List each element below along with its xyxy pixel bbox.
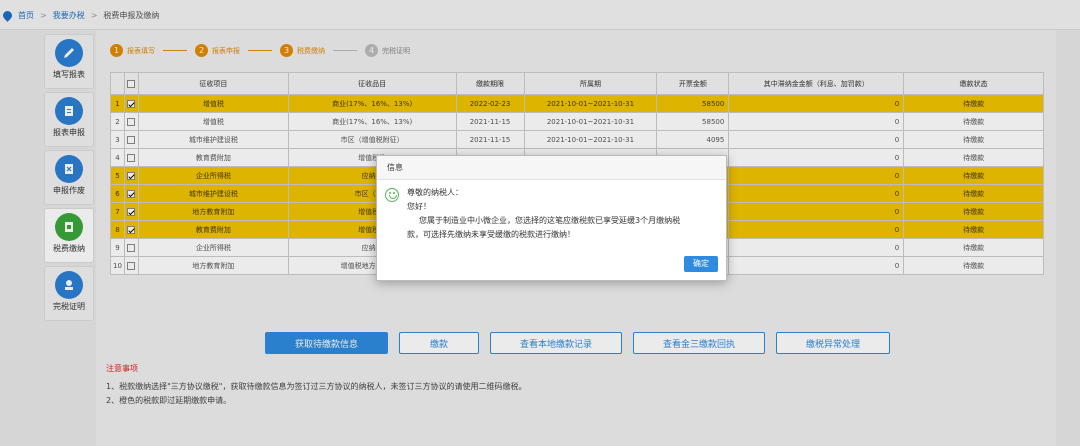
dialog-body: 尊敬的纳税人： 您好！ 您属于制造业中小微企业，您选择的这笔应缴税款已享受延缓3… (385, 186, 716, 242)
smiley-icon (385, 188, 399, 202)
dialog-greeting: 尊敬的纳税人： (407, 188, 463, 197)
dialog-message-line2: 款，可选择先缴纳未享受缓缴的税款进行缴纳！ (407, 230, 575, 239)
dialog-message-line1: 您属于制造业中小微企业，您选择的这笔应缴税款已享受延缓3个月缴纳税 (419, 216, 681, 225)
info-dialog: 信息 尊敬的纳税人： 您好！ 您属于制造业中小微企业，您选择的这笔应缴税款已享受… (376, 155, 727, 281)
dialog-hello: 您好！ (407, 202, 431, 211)
confirm-button[interactable]: 确定 (684, 256, 718, 272)
dialog-title: 信息 (377, 156, 726, 180)
